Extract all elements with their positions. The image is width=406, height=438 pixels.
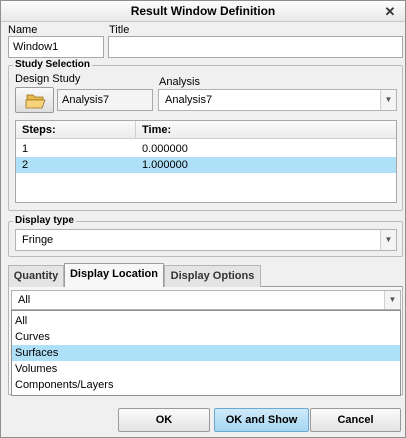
list-item[interactable]: All: [12, 313, 400, 329]
display-type-value: Fringe: [22, 234, 54, 246]
tab-quantity[interactable]: Quantity: [8, 265, 64, 287]
steps-table: Steps: Time: 1 0.000000 2 1.000000: [15, 120, 397, 203]
result-window-dialog: Result Window Definition ✕ Name Window1 …: [0, 0, 406, 438]
display-location-dropdown[interactable]: All ▼: [11, 290, 401, 310]
list-item[interactable]: Components/Layers: [12, 377, 400, 393]
step-cell: 1: [22, 143, 29, 155]
chevron-down-icon: ▼: [384, 291, 400, 309]
design-study-label: Design Study: [15, 73, 81, 85]
title-label: Title: [109, 24, 130, 36]
analysis-label: Analysis: [159, 76, 200, 88]
table-row[interactable]: 1 0.000000: [16, 141, 396, 157]
ok-and-show-button[interactable]: OK and Show: [214, 408, 309, 432]
tab-display-location[interactable]: Display Location: [64, 263, 164, 287]
window-title: Result Window Definition: [130, 4, 276, 18]
chevron-down-icon: ▼: [380, 230, 396, 250]
list-item[interactable]: Curves: [12, 329, 400, 345]
cancel-button[interactable]: Cancel: [310, 408, 401, 432]
folder-open-icon: [25, 94, 46, 109]
analysis-dropdown[interactable]: Analysis7 ▼: [158, 89, 397, 111]
name-input[interactable]: Window1: [8, 36, 104, 58]
steps-header[interactable]: Steps:: [16, 121, 136, 139]
analysis-value: Analysis7: [165, 94, 213, 106]
list-item-highlighted[interactable]: Surfaces: [12, 345, 400, 361]
display-location-value: All: [18, 294, 31, 306]
time-cell: 0.000000: [142, 143, 188, 155]
ok-button[interactable]: OK: [118, 408, 210, 432]
step-cell: 2: [22, 159, 29, 171]
open-design-study-button[interactable]: [15, 87, 54, 113]
chevron-down-icon: ▼: [380, 90, 396, 110]
design-study-value: Analysis7: [57, 89, 153, 111]
name-label: Name: [8, 24, 38, 36]
tab-display-options[interactable]: Display Options: [164, 265, 261, 287]
display-location-list: All Curves Surfaces Volumes Components/L…: [11, 310, 401, 396]
close-icon[interactable]: ✕: [383, 1, 397, 22]
display-type-legend: Display type: [13, 215, 76, 226]
list-item[interactable]: Volumes: [12, 361, 400, 377]
table-row-selected[interactable]: 2 1.000000: [16, 157, 396, 173]
time-header[interactable]: Time:: [136, 121, 396, 139]
display-type-dropdown[interactable]: Fringe ▼: [15, 229, 397, 251]
time-cell: 1.000000: [142, 159, 188, 171]
title-bar[interactable]: Result Window Definition ✕: [1, 1, 405, 22]
title-input[interactable]: [108, 36, 403, 58]
study-selection-legend: Study Selection: [13, 59, 93, 70]
